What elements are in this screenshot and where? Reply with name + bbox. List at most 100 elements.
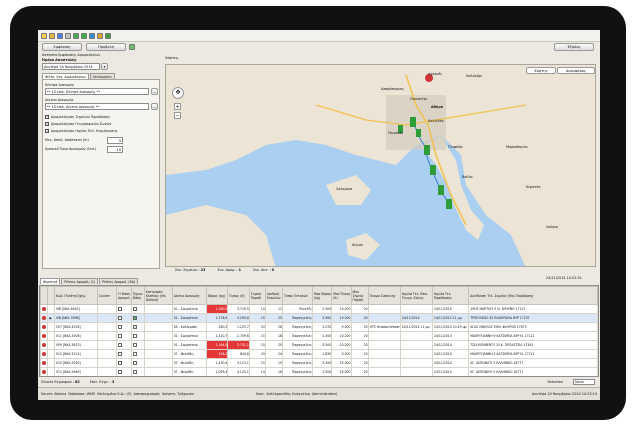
map-view[interactable]: Ασπρόπυργος Αχαρνές Χαλάνδρι Περιστέρι Α… [165,64,596,267]
table-cell: Ρουτέζς [281,304,313,314]
row-checkbox[interactable] [118,342,123,347]
pan-control[interactable]: ✥ [172,87,184,99]
networks-browse-button[interactable]: … [151,103,158,110]
column-header[interactable]: Max Σημεία Παράδ. [350,286,369,305]
column-header[interactable]: Max Όγκος (lt) [331,286,352,305]
export-icon[interactable] [89,32,95,39]
column-header[interactable]: Όγκος (lt) [227,286,250,305]
table-cell: Παραγγελίες [281,358,313,368]
table-row[interactable]: V11 [NKA 3506] 01 - Σωκράτεια 1.110,7 2.709… [40,331,598,341]
map-type-button[interactable]: Χάρτης [526,67,556,74]
help-icon[interactable] [105,32,111,39]
calendar-icon[interactable]: ▾ [101,63,108,70]
option-checkbox-points[interactable]: ✓ [45,115,49,119]
open-icon[interactable] [49,32,55,39]
checkbox-cell [131,367,145,376]
table-row[interactable]: V12 [NKA 5214] 07 - Φιλοθέη 558,2 844,8 20 24… [40,349,598,359]
table-cell: Παραγγελίες [281,322,313,332]
column-header[interactable]: Βάρος (kg) [205,286,229,305]
column-header[interactable]: Κατηγορία Κόστους (Ms Default) [143,286,173,305]
row-checkbox[interactable] [133,306,137,311]
row-checkbox[interactable] [133,351,137,356]
table-cell: 844,8 [227,349,250,359]
table-cell: 25.000 [331,358,352,368]
column-header[interactable]: Max Βάρος (kg) [311,286,333,305]
row-checkbox[interactable] [133,342,137,347]
time-limit-label: Χρονικό Όριο Διανομών (λεπ.) [45,147,97,151]
row-checkbox[interactable]: ✓ [133,325,137,329]
column-header[interactable]: Έχουν Βάση [131,286,145,305]
table-row[interactable]: V10 [NKA 5290] 07 - Φιλοθέη 1.430,4 3.113,1… [40,358,598,368]
table-cell: ΗΤΣ Θεσσαν Ιστοσελ. [367,322,401,332]
table-cell: 20 [350,331,369,341]
preview-button[interactable]: Προβολή [86,43,126,51]
column-header[interactable]: Τύπος Εντολών [281,286,313,305]
column-header[interactable] [40,286,49,305]
row-checkbox[interactable] [133,369,137,374]
zoom-in-button[interactable]: + [174,103,181,110]
refresh-button[interactable]: Εμφάνιση [42,43,82,51]
table-row[interactable]: V11 [NKA 5469] 07 - Φιλοθέη 1.099,4 4.125,1… [40,367,598,376]
column-header[interactable]: Ημ/νία Τελ. Παράδοσης [431,286,470,305]
row-checkbox[interactable] [133,360,137,365]
max-distance-input[interactable]: 5 [107,137,123,144]
tab-trucks[interactable]: Φορτηγά [40,278,61,284]
column-header[interactable]: Courier [96,286,118,305]
row-checkbox[interactable] [118,315,123,320]
networks-field[interactable]: ** 13 επιλ. Δίκτυα Διανομής ** [45,103,149,110]
table-cell [143,331,173,341]
row-checkbox[interactable] [118,351,123,356]
date-heading: Ημέρα Αποστολής [42,58,77,62]
status-database: Database: WMS [68,392,96,396]
column-header[interactable]: Ή Βάση Δρομολ. [116,286,132,305]
column-header[interactable]: Ημ/νία Τελ. Επικ. Γεωγρ. Ζώνης [399,286,433,305]
time-limit-input[interactable]: 10 [107,146,123,153]
column-header[interactable]: Δίκτυο Διανομής [171,286,207,305]
table-cell [143,313,173,323]
tab-routes-kd[interactable]: Ρέστες Δρομολ. (ΚΔ) [99,278,139,284]
table-cell: 1.260,9 [205,304,229,314]
row-checkbox[interactable] [118,306,123,311]
row-checkbox[interactable] [118,324,123,329]
option-checkbox-zones[interactable]: ✓ [45,122,49,126]
row-checkbox[interactable] [133,333,137,338]
tab-routes-1[interactable]: Ρέστες Δρομολ. (1) [61,278,99,284]
save-icon[interactable] [57,32,63,39]
column-header[interactable]: Κωδ. Πελάτη/Οχήμ. [53,286,98,305]
table-cell: V09 [NKA 3670] [53,340,98,350]
row-checkbox[interactable] [118,360,123,365]
exit-button[interactable]: Έξοδος [554,43,594,51]
table-cell: ΑΓ. ΑΝΤΩΝΙΟΥ 5 ΕΛΛΗΝΙΚΟ 16777 [468,367,598,376]
table-cell [367,358,401,368]
satellite-button[interactable]: Δορυφόρος [557,67,595,74]
row-checkbox[interactable] [118,333,123,338]
column-header[interactable]: Αριθμός Εντολών [264,286,283,305]
column-header[interactable]: Διεύθυνση Τελ. Σημείου (Ms) Παράδοσης [468,286,598,305]
table-cell [143,304,173,314]
zoom-out-button[interactable]: − [174,112,181,119]
row-checkbox[interactable] [118,369,123,374]
lock-icon[interactable] [97,32,103,39]
column-header[interactable]: Όνομα Συσκευής [367,286,401,305]
print-icon[interactable] [65,32,71,39]
add-icon[interactable] [81,32,87,39]
table-cell [96,304,118,314]
vehicles-grid[interactable]: Κωδ. Πελάτη/Οχήμ. Courier Ή Βάση Δρομολ. Έχ… [39,285,599,377]
date-field[interactable]: Δευτέρα 24 Νοεμβρίου 2014 [42,63,100,70]
distribution-centers-browse-button[interactable]: … [151,88,158,95]
table-row[interactable]: ▶ VIB [NKA 3996] ✓ 01 - Σωκράτεια 1.276,9 3.2… [40,313,598,323]
distribution-centers-field[interactable]: ** 13 επιλ. Κέντρα Διανομής ** [45,88,149,95]
column-header[interactable]: Σημεία Παράδ. [248,286,266,305]
table-row[interactable]: V07 [NKA 4526] ✓ 04 - Καλλιρρόη 280,2 1.225,… [40,322,598,332]
map-icon[interactable] [129,44,135,50]
table-cell: Παραγγελίες [281,331,313,341]
row-checkbox[interactable]: ✓ [133,316,137,320]
refresh-icon[interactable] [73,32,79,39]
selection-dropdown[interactable]: None [573,379,595,385]
table-row[interactable]: V09 [NKA 3670] 01 - Σωκράτεια 1.164,8 2.751… [40,340,598,350]
routes-count: Συν. Δρομ. : 1 [217,268,241,272]
new-icon[interactable] [41,32,47,39]
table-cell: 2.751,1 [227,340,250,350]
option-checkbox-dates[interactable]: ✓ [45,129,49,133]
table-row[interactable]: VIB [NKA 6440] 01 - Σωκράτεια 1.260,9 3.729… [40,304,598,314]
